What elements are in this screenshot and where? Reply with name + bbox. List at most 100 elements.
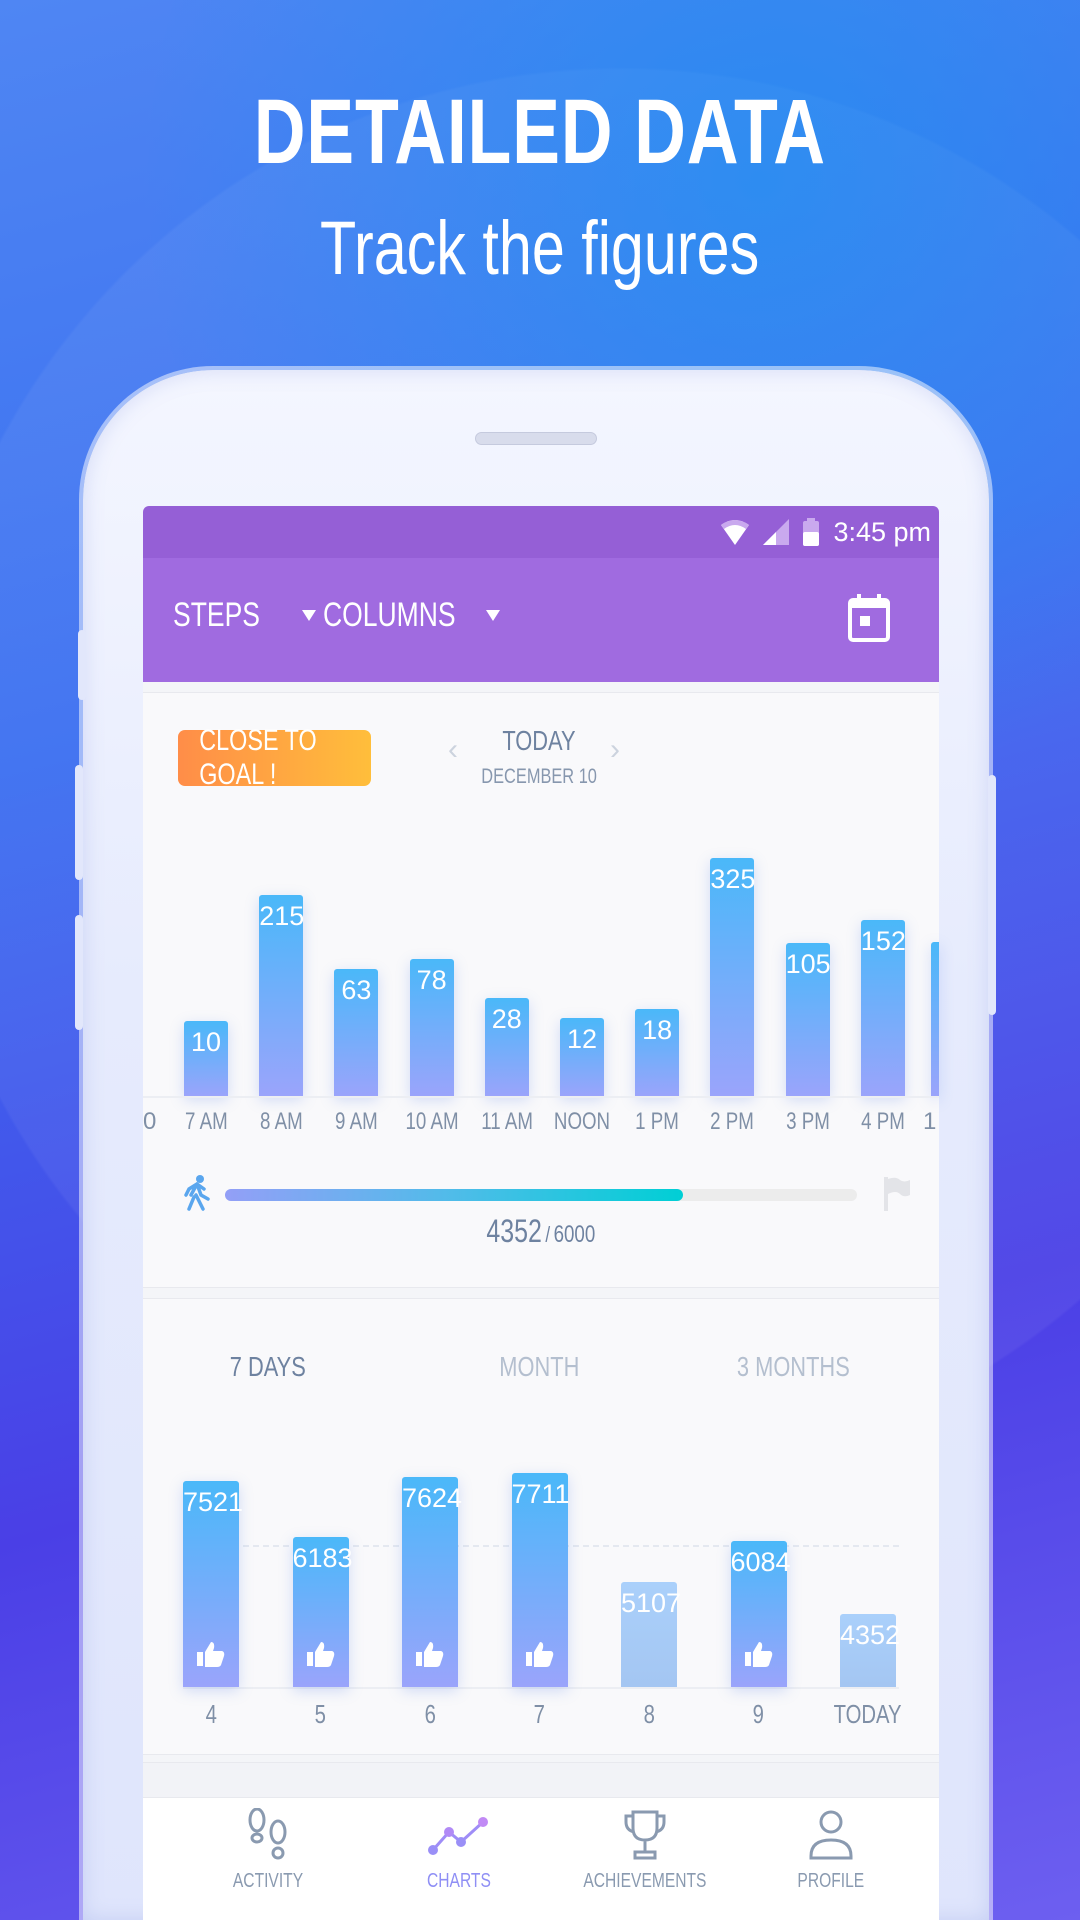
steps-goal: 6000 — [553, 1221, 596, 1248]
weekly-card: 7 DAYS MONTH 3 MONTHS 7521 4 6183 5 7624 6 7711 7… — [143, 1298, 939, 1755]
bar-value-label: 4352 — [840, 1620, 901, 1651]
next-card — [143, 1762, 939, 1798]
hourly-bar-partial — [931, 942, 939, 1096]
phone-volume-up — [75, 765, 83, 880]
bar-value-label: 78 — [416, 964, 447, 995]
daily-total-bar[interactable]: 5107 — [621, 1582, 681, 1687]
hourly-bar: 325 — [710, 857, 755, 1096]
x-axis-label-text: 7 AM — [184, 1108, 228, 1135]
steps-value: 4352 — [486, 1213, 543, 1249]
wifi-icon — [721, 520, 750, 545]
weekly-chart: 7521 4 6183 5 7624 6 7711 7 5107 8 6084 9 4352 TODAY — [143, 1299, 939, 1756]
nav-profile[interactable]: PROFILE — [751, 1808, 911, 1893]
daily-total-bar[interactable]: 7624 — [402, 1476, 463, 1687]
x-axis-label-text: 2 PM — [710, 1108, 755, 1135]
bar-value-label: 12 — [566, 1023, 598, 1054]
x-axis-label: 9 — [709, 1699, 809, 1730]
thumbs-up-icon — [306, 1640, 335, 1673]
hourly-bar: 152 — [860, 920, 906, 1096]
chart-baseline — [183, 1687, 899, 1689]
nav-activity-label: ACTIVITY — [232, 1870, 304, 1892]
hourly-bar: 18 — [635, 1009, 680, 1096]
x-axis-label: 0 — [143, 1108, 157, 1135]
bar-value-label: 152 — [860, 926, 906, 957]
bar-value-label: 7711 — [511, 1479, 570, 1509]
bottom-nav: ACTIVITY CHARTS ACHIEVEMENTS PROFILE — [143, 1798, 939, 1920]
x-axis-label-text: 7 — [533, 1699, 546, 1729]
x-axis-label-text: 11 AM — [480, 1108, 533, 1135]
line-chart-icon — [428, 1817, 488, 1855]
bar-value-label: 7521 — [183, 1486, 244, 1517]
thumbs-up-icon — [416, 1640, 444, 1673]
x-axis-label-text: 9 — [752, 1699, 765, 1729]
status-bar: 3:45 pm — [143, 506, 939, 558]
nav-achievements[interactable]: ACHIEVEMENTS — [565, 1808, 725, 1893]
hourly-bar: 28 — [484, 997, 529, 1096]
hourly-bar: 12 — [560, 1017, 604, 1096]
view-dropdown-label: COLUMNS — [323, 596, 456, 634]
steps-readout: 4352 / 6000 — [143, 1213, 939, 1250]
daily-total-bar[interactable]: 7711 — [511, 1473, 570, 1687]
battery-icon — [803, 518, 820, 546]
x-axis-label: 5 — [271, 1699, 371, 1730]
nav-charts-label: CHARTS — [427, 1870, 491, 1892]
footprints-icon — [248, 1808, 287, 1860]
app-bar: STEPS COLUMNS — [143, 558, 939, 682]
thumbs-up-icon — [744, 1640, 773, 1673]
bar-value-label: 105 — [785, 949, 831, 980]
hourly-bar: 10 — [184, 1021, 228, 1096]
signal-icon — [763, 519, 790, 545]
daily-total-bar[interactable]: 6084 — [730, 1541, 791, 1687]
view-dropdown[interactable]: COLUMNS — [323, 596, 501, 635]
nav-achievements-label: ACHIEVEMENTS — [583, 1870, 707, 1892]
hero-title-text: DETAILED DATA — [253, 81, 827, 183]
goal-progress-bar — [225, 1189, 857, 1201]
daily-total-bar[interactable]: 6183 — [292, 1537, 353, 1687]
person-icon — [809, 1810, 853, 1860]
nav-charts[interactable]: CHARTS — [379, 1808, 539, 1893]
status-time: 3:45 pm — [833, 516, 931, 547]
trophy-icon — [624, 1810, 666, 1860]
nav-profile-label: PROFILE — [797, 1870, 865, 1892]
steps-separator: / — [545, 1222, 551, 1247]
phone-speaker — [475, 432, 597, 445]
x-axis-label-text: 10 AM — [405, 1108, 459, 1135]
phone-volume-down — [75, 915, 83, 1030]
daily-total-bar[interactable]: 7521 — [183, 1480, 244, 1687]
x-axis-label-text: 9 AM — [335, 1108, 378, 1135]
hourly-chart: 10 7 AM 215 8 AM 63 9 AM 78 10 AM 28 11 AM 12 NOON 1… — [143, 693, 939, 1153]
bar-value-label: 7624 — [402, 1482, 463, 1513]
dropdown-arrow-icon — [486, 610, 501, 621]
hero-subtitle-text: Track the figures — [320, 206, 760, 291]
bar-value-label: 6183 — [292, 1543, 353, 1574]
goal-progress-fill — [225, 1189, 684, 1201]
bar-value-label: 28 — [491, 1003, 522, 1034]
goal-flag-icon — [884, 1177, 910, 1211]
daily-card: CLOSE TO GOAL ! ‹ › TODAY DECEMBER 10 10… — [143, 692, 939, 1288]
x-axis-label: 6 — [380, 1699, 480, 1730]
calendar-icon[interactable] — [848, 594, 890, 642]
nav-activity[interactable]: ACTIVITY — [188, 1808, 348, 1893]
bar-value-label: 18 — [642, 1015, 673, 1046]
daily-total-bar[interactable]: 4352 — [840, 1614, 901, 1687]
x-axis-label-text: 1 PM — [635, 1108, 680, 1135]
x-axis-label: 1 — [923, 1108, 937, 1135]
x-axis-label-text: 4 PM — [860, 1108, 905, 1135]
thumbs-up-icon — [197, 1640, 225, 1673]
hourly-bar: 105 — [785, 943, 831, 1096]
x-axis-label: 4 — [161, 1699, 261, 1730]
x-axis-label-text: 6 — [424, 1699, 436, 1729]
bar-value-label: 63 — [341, 974, 372, 1005]
metric-dropdown[interactable]: STEPS — [173, 596, 317, 635]
x-axis-label-text: 3 PM — [785, 1108, 830, 1135]
metric-dropdown-label: STEPS — [173, 596, 260, 634]
x-axis-label-text: TODAY — [833, 1699, 902, 1729]
hourly-bar: 63 — [334, 968, 379, 1096]
hero-title: DETAILED DATA — [0, 80, 1080, 185]
hero-subtitle: Track the figures — [0, 205, 1080, 292]
thumbs-up-icon — [525, 1640, 554, 1673]
x-axis-label: 7 — [490, 1699, 590, 1730]
x-axis-label-text: 5 — [314, 1699, 327, 1729]
walking-icon — [184, 1175, 210, 1211]
x-axis-label: TODAY — [818, 1699, 918, 1730]
